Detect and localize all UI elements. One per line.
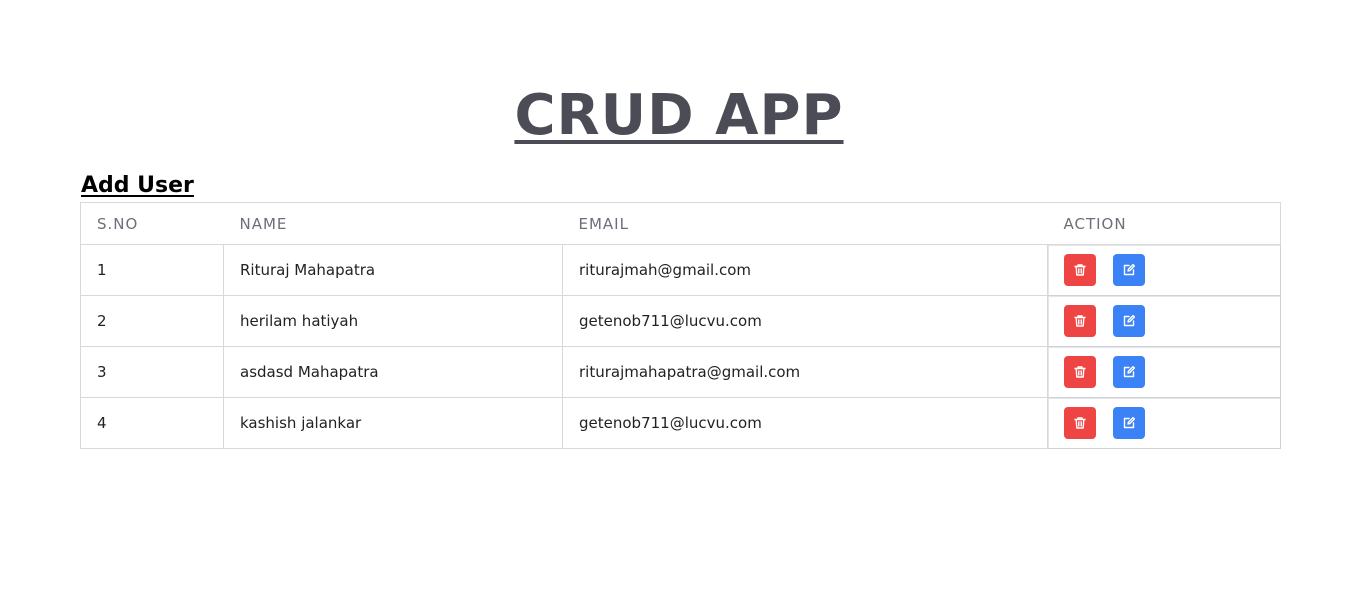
delete-button[interactable]: [1064, 305, 1096, 337]
edit-button[interactable]: [1112, 305, 1145, 337]
cell-sno: 3: [80, 346, 224, 398]
trash-icon: [1073, 263, 1087, 277]
cell-email: getenob711@lucvu.com: [562, 295, 1048, 347]
delete-button[interactable]: [1064, 356, 1096, 388]
cell-actions: [1047, 244, 1281, 296]
edit-button[interactable]: [1112, 356, 1145, 388]
edit-button[interactable]: [1112, 407, 1145, 439]
page-title: CRUD APP: [0, 84, 1358, 148]
delete-button[interactable]: [1064, 407, 1096, 439]
users-table-container: S.NO NAME EMAIL ACTION 1 Rituraj Mahapat…: [80, 202, 1281, 449]
cell-email: riturajmah@gmail.com: [562, 244, 1048, 296]
page-title-text: CRUD APP: [514, 83, 844, 148]
column-header-email: EMAIL: [562, 202, 1048, 245]
table-row: 1 Rituraj Mahapatra riturajmah@gmail.com: [80, 244, 1281, 296]
cell-name: asdasd Mahapatra: [223, 346, 563, 398]
cell-actions: [1047, 397, 1281, 449]
column-header-sno: S.NO: [80, 202, 224, 245]
cell-sno: 2: [80, 295, 224, 347]
cell-name: herilam hatiyah: [223, 295, 563, 347]
table-row: 3 asdasd Mahapatra riturajmahapatra@gmai…: [80, 346, 1281, 398]
edit-icon: [1122, 416, 1136, 430]
edit-icon: [1122, 263, 1136, 277]
column-header-action: ACTION: [1047, 202, 1281, 245]
add-user-link[interactable]: Add User: [81, 172, 194, 200]
column-header-name: NAME: [223, 202, 563, 245]
edit-button[interactable]: [1112, 254, 1145, 286]
trash-icon: [1073, 365, 1087, 379]
edit-icon: [1122, 365, 1136, 379]
trash-icon: [1073, 314, 1087, 328]
users-table: S.NO NAME EMAIL ACTION 1 Rituraj Mahapat…: [80, 202, 1281, 449]
delete-button[interactable]: [1064, 254, 1096, 286]
cell-actions: [1047, 346, 1281, 398]
cell-name: Rituraj Mahapatra: [223, 244, 563, 296]
table-header-row: S.NO NAME EMAIL ACTION: [80, 202, 1281, 245]
table-row: 2 herilam hatiyah getenob711@lucvu.com: [80, 295, 1281, 347]
cell-name: kashish jalankar: [223, 397, 563, 449]
edit-icon: [1122, 314, 1136, 328]
table-body: 1 Rituraj Mahapatra riturajmah@gmail.com: [80, 244, 1281, 449]
cell-actions: [1047, 295, 1281, 347]
table-row: 4 kashish jalankar getenob711@lucvu.com: [80, 397, 1281, 449]
trash-icon: [1073, 416, 1087, 430]
table-header: S.NO NAME EMAIL ACTION: [80, 202, 1281, 245]
cell-email: riturajmahapatra@gmail.com: [562, 346, 1048, 398]
cell-email: getenob711@lucvu.com: [562, 397, 1048, 449]
cell-sno: 4: [80, 397, 224, 449]
page: CRUD APP Add User S.NO NAME EMAIL ACTION…: [0, 0, 1358, 604]
cell-sno: 1: [80, 244, 224, 296]
